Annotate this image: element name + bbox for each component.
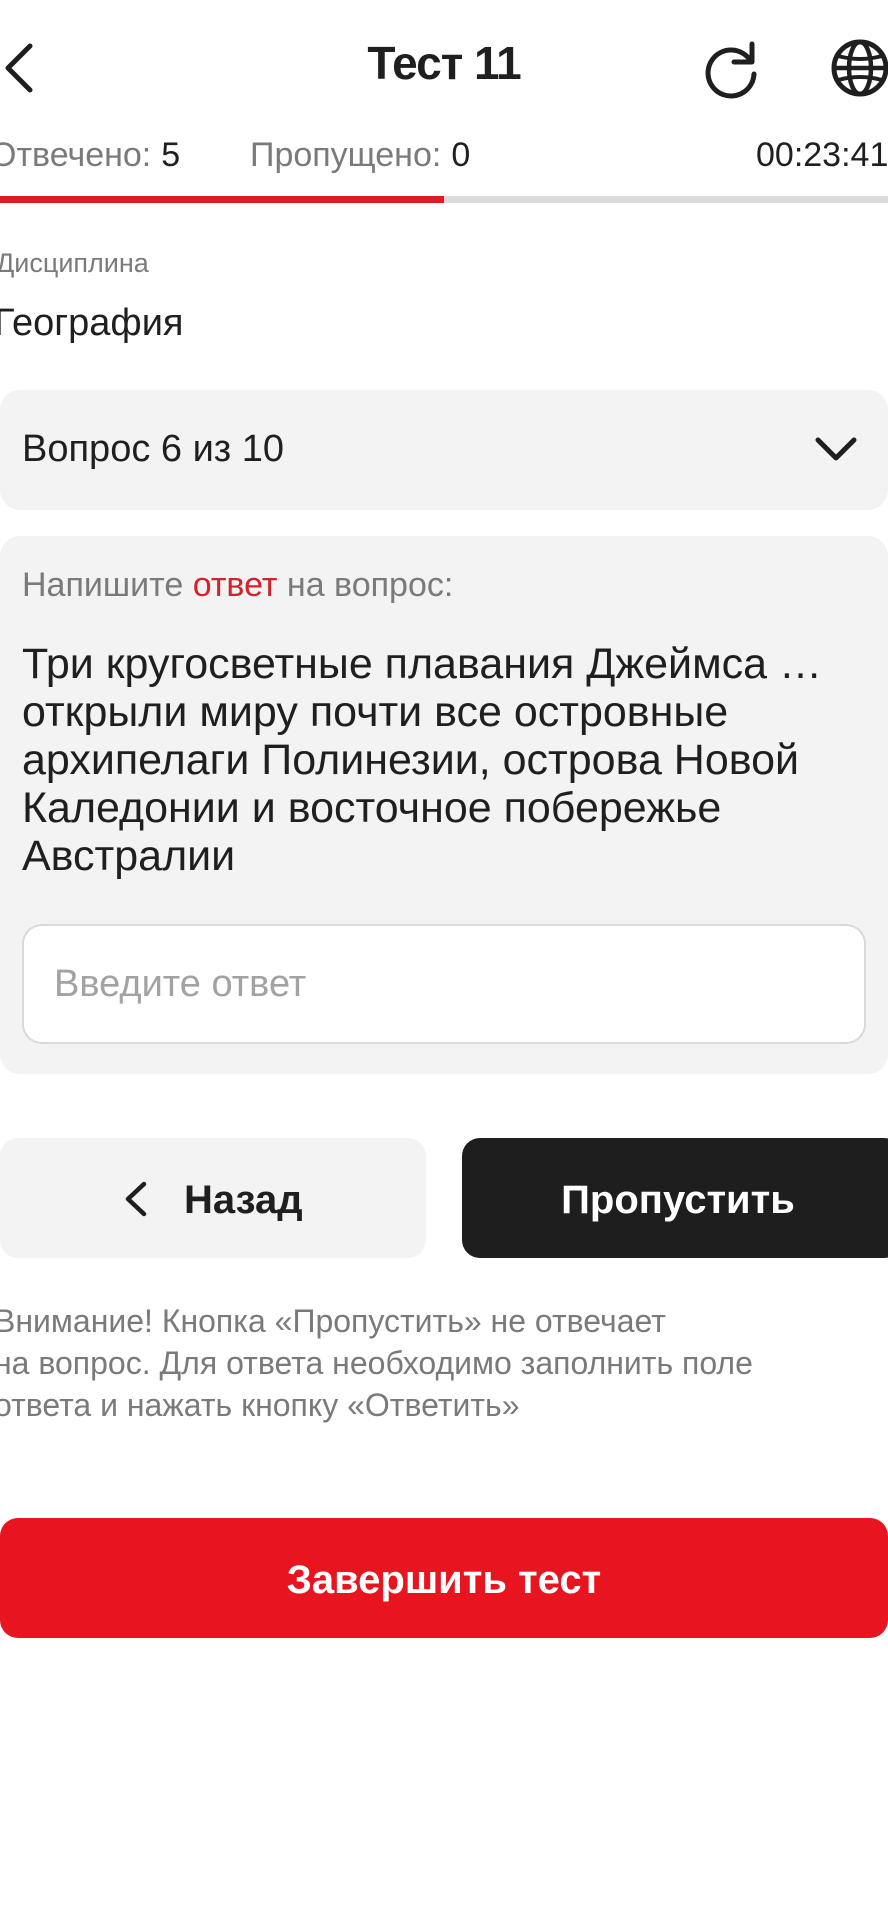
back-button-label: Назад	[184, 1178, 303, 1222]
warning-line-2: на вопрос. Для ответа необходимо заполни…	[0, 1345, 753, 1381]
skip-button[interactable]: Пропустить	[462, 1138, 888, 1258]
chevron-down-icon	[812, 430, 860, 470]
discipline-label: Дисциплина	[0, 248, 149, 278]
prompt-text-after: на вопрос:	[277, 566, 454, 604]
finish-test-button[interactable]: Завершить тест	[0, 1518, 888, 1638]
skip-button-label: Пропустить	[561, 1178, 795, 1222]
warning-line-1: Внимание! Кнопка «Пропустить» не отвечае…	[0, 1303, 666, 1339]
chevron-left-icon	[122, 1180, 150, 1218]
answer-input[interactable]	[22, 924, 866, 1044]
progress-fill	[0, 196, 444, 203]
finish-test-label: Завершить тест	[286, 1558, 602, 1602]
question-number: Вопрос 6 из 10	[22, 428, 285, 470]
question-card: Напишите ответ на вопрос: Три кругосветн…	[0, 536, 888, 1074]
skip-warning: Внимание! Кнопка «Пропустить» не отвечае…	[0, 1300, 884, 1426]
skipped-label: Пропущено:	[250, 136, 442, 174]
stats-row: Отвечено: 5 Пропущено: 0 00:23:41	[0, 136, 888, 180]
question-prompt: Напишите ответ на вопрос:	[22, 566, 453, 605]
refresh-icon[interactable]	[700, 38, 762, 100]
timer: 00:23:41	[756, 136, 888, 174]
skipped-value: 0	[451, 136, 471, 174]
globe-icon[interactable]	[828, 36, 888, 100]
skipped-counter: Пропущено: 0	[250, 136, 470, 175]
question-selector[interactable]: Вопрос 6 из 10	[0, 390, 888, 510]
prompt-text-before: Напишите	[22, 566, 193, 604]
prompt-highlight: ответ	[192, 566, 278, 604]
answered-counter: Отвечено: 5	[0, 136, 180, 175]
test-screen: Тест 11 Отвечено: 5 Пропущено: 0 00:23:41	[0, 0, 888, 1920]
back-button[interactable]: Назад	[0, 1138, 426, 1258]
warning-line-3: ответа и нажать кнопку «Ответить»	[0, 1387, 520, 1423]
header: Тест 11	[0, 0, 888, 130]
answered-label: Отвечено:	[0, 136, 152, 174]
answered-value: 5	[161, 136, 181, 174]
discipline-value: География	[0, 302, 184, 344]
question-text: Три кругосветные плавания Джеймса … откр…	[22, 640, 822, 880]
